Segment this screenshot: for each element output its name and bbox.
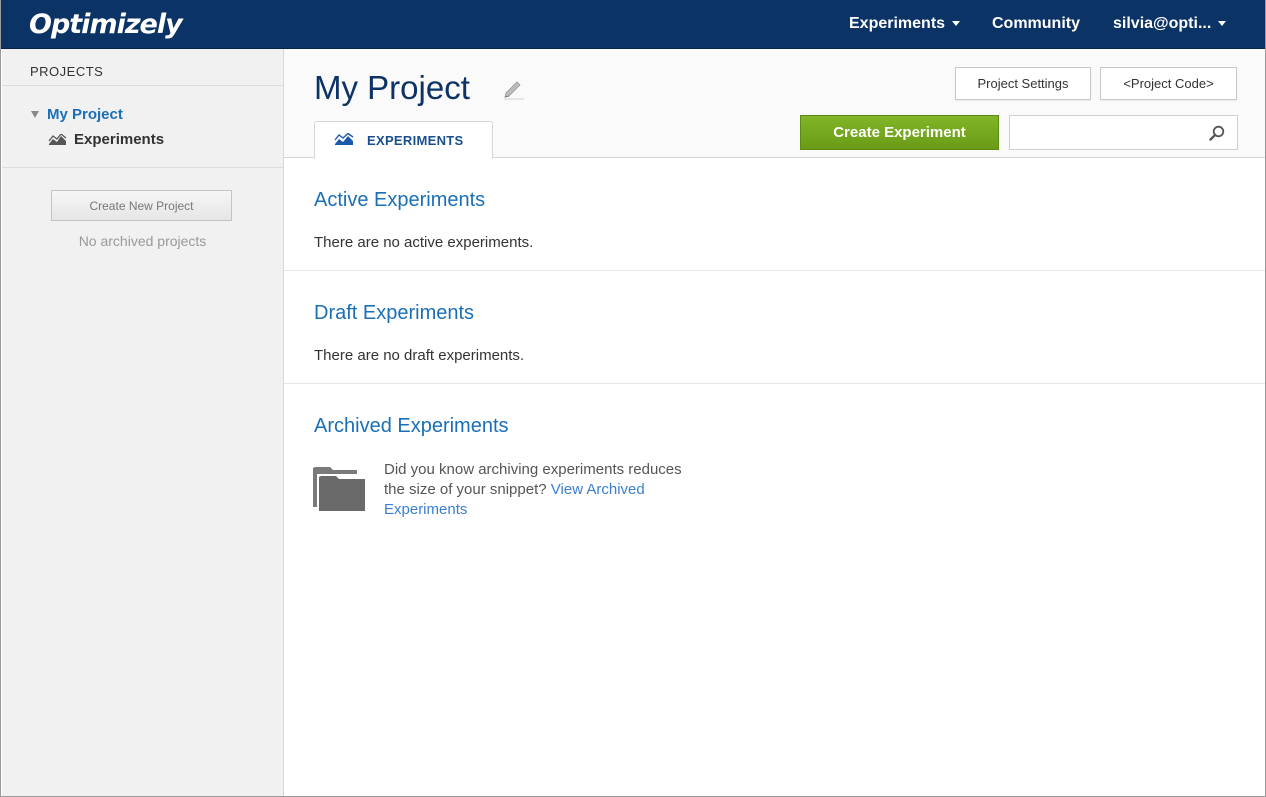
sidebar-header: PROJECTS — [30, 64, 104, 79]
nav-community-link[interactable]: Community — [992, 15, 1080, 33]
optimizely-logo[interactable]: Optimizely — [29, 9, 183, 40]
chevron-down-icon — [952, 21, 961, 27]
archived-experiments-heading: Archived Experiments — [314, 415, 509, 437]
archive-tip: Did you know archiving experiments reduc… — [384, 460, 694, 520]
tab-experiments-label: EXPERIMENTS — [367, 133, 464, 148]
project-code-button[interactable]: <Project Code> — [1100, 67, 1237, 100]
divider — [2, 85, 283, 86]
pencil-icon[interactable] — [502, 80, 526, 100]
no-archived-projects-text: No archived projects — [78, 233, 207, 249]
sidebar-item-experiments[interactable]: Experiments — [74, 131, 164, 148]
project-header: My Project Project Settings <Project Cod… — [284, 49, 1265, 159]
project-settings-button[interactable]: Project Settings — [955, 67, 1091, 100]
top-navigation-bar: Optimizely Experiments Community silvia@… — [1, 0, 1265, 49]
draft-experiments-heading: Draft Experiments — [314, 302, 475, 324]
tab-experiments[interactable]: EXPERIMENTS — [314, 121, 493, 159]
folder-icon — [313, 467, 365, 511]
chevron-down-icon — [1218, 21, 1227, 27]
active-experiments-empty-text: There are no active experiments. — [314, 234, 534, 251]
search-input[interactable] — [1009, 115, 1238, 150]
sidebar-item-my-project[interactable]: My Project — [47, 106, 123, 123]
divider — [284, 383, 1265, 384]
caret-down-icon[interactable] — [31, 111, 39, 118]
active-experiments-heading: Active Experiments — [314, 189, 486, 211]
app-window: Optimizely Experiments Community silvia@… — [0, 0, 1266, 797]
nav-experiments-label: Experiments — [849, 15, 946, 32]
chart-icon — [48, 134, 67, 145]
create-experiment-button[interactable]: Create Experiment — [800, 115, 999, 150]
user-email-label: silvia@opti... — [1113, 15, 1212, 32]
draft-experiments-empty-text: There are no draft experiments. — [314, 347, 525, 364]
page-title: My Project — [314, 69, 470, 106]
nav-experiments-menu[interactable]: Experiments — [849, 15, 961, 33]
projects-sidebar: PROJECTS My Project Experiments Create N… — [2, 49, 284, 796]
user-account-menu[interactable]: silvia@opti... — [1113, 15, 1227, 33]
divider — [284, 270, 1265, 271]
search-icon[interactable] — [1209, 125, 1225, 141]
divider — [2, 167, 283, 168]
create-new-project-button[interactable]: Create New Project — [51, 190, 232, 221]
chart-icon — [334, 133, 354, 145]
